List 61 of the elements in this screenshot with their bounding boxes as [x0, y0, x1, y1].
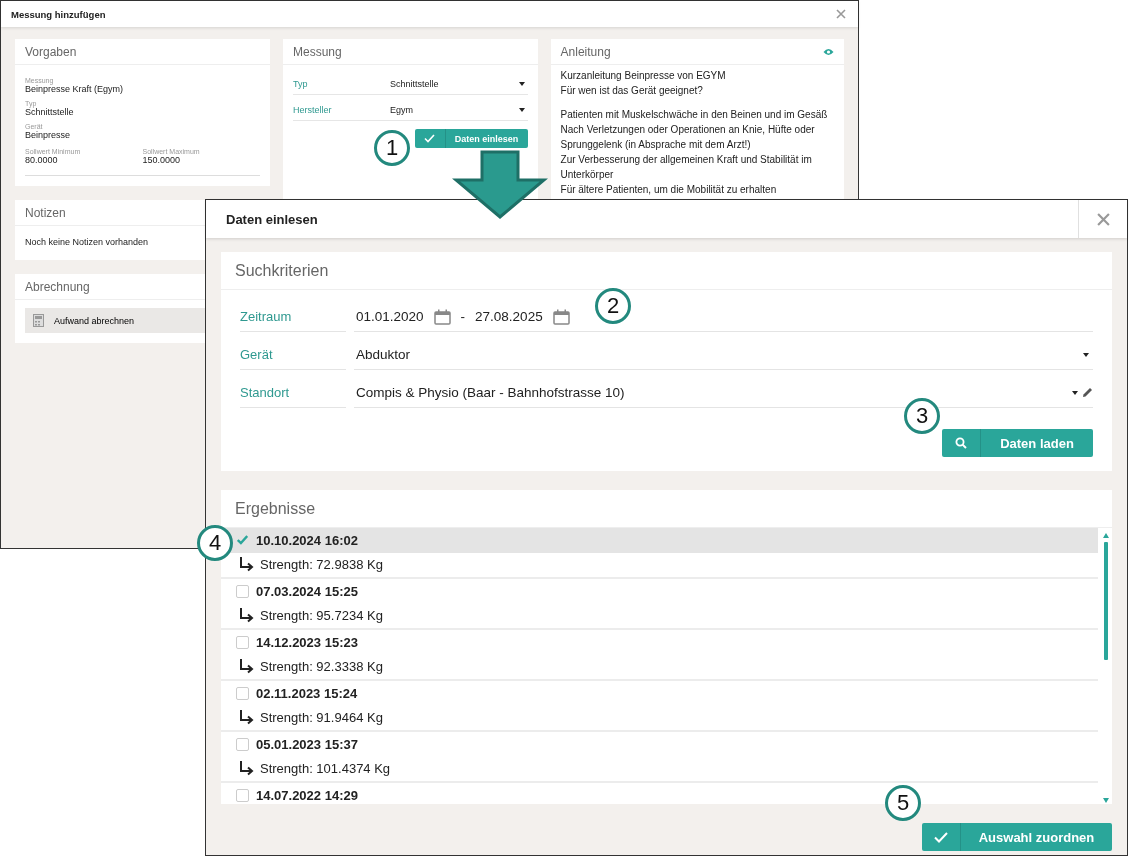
instruction-text: Für wen ist das Gerät geeignet?: [560, 84, 704, 98]
result-date: 14.07.2022 14:29: [256, 788, 358, 803]
result-date: 07.03.2024 15:25: [256, 584, 358, 599]
field-value: 80.0000: [25, 155, 59, 165]
field-label: Zeitraum: [240, 302, 346, 332]
instruction-text: Kurzanleitung Beinpresse von EGYM: [560, 69, 727, 83]
result-value: Strength: 72.9838 Kg: [260, 556, 383, 572]
panel-title: Suchkriterien: [221, 252, 1112, 290]
result-value: Strength: 91.9464 Kg: [260, 709, 383, 725]
checkbox[interactable]: [236, 534, 249, 547]
date-field[interactable]: 27.08.2025: [475, 309, 543, 324]
close-icon[interactable]: [836, 9, 846, 19]
calendar-icon[interactable]: [433, 308, 451, 325]
return-arrow-icon: [239, 607, 255, 623]
result-date: 05.01.2023 15:37: [256, 737, 358, 752]
instruction-text: Nach Verletzungen oder Operationen an Knie, Hüfte oder Sprunggelenk (in Absprache mit dem Arzt!): [560, 123, 816, 152]
return-arrow-icon: [239, 709, 255, 725]
return-arrow-icon: [239, 658, 255, 674]
check-icon: [424, 134, 436, 143]
date-separator: -: [460, 309, 466, 324]
instruction-text: Für ältere Patienten, um die Mobilität zu erhalten: [560, 183, 778, 197]
field-label: Gerät: [240, 340, 346, 370]
date-field[interactable]: 01.01.2020: [356, 309, 424, 324]
instruction-text: Patienten mit Muskelschwäche in den Beinen und im Gesäß: [560, 108, 829, 122]
calculator-icon: [33, 314, 44, 327]
window-title: Messung hinzufügen: [11, 8, 106, 20]
field-value: Schnittstelle: [25, 107, 75, 117]
field-label: Hersteller: [293, 99, 390, 121]
checkbox[interactable]: [236, 687, 249, 700]
result-value: Strength: 101.4374 Kg: [260, 760, 391, 776]
eye-icon[interactable]: [823, 47, 834, 56]
dropdown[interactable]: Schnittstelle: [390, 73, 528, 95]
result-value: Strength: 95.7234 Kg: [260, 607, 383, 623]
checkbox[interactable]: [236, 636, 249, 649]
panel-title: Messung: [283, 39, 538, 65]
scrollbar[interactable]: [1102, 532, 1110, 804]
return-arrow-icon: [239, 760, 255, 776]
panel-title: Anleitung: [560, 44, 611, 59]
close-icon: [1096, 212, 1110, 226]
dropdown[interactable]: Abduktor: [354, 340, 1093, 370]
calendar-icon[interactable]: [552, 308, 570, 325]
field-value: Beinpresse: [25, 130, 72, 140]
result-date: 14.12.2023 15:23: [256, 635, 358, 650]
notes-text: Noch keine Notizen vorhanden: [25, 236, 150, 249]
panel-title: Vorgaben: [15, 39, 270, 65]
result-date: 10.10.2024 16:02: [256, 533, 358, 548]
check-icon: [934, 831, 948, 843]
checkbox[interactable]: [236, 738, 249, 751]
field-label: Typ: [293, 73, 390, 95]
result-value: Strength: 92.3338 Kg: [260, 658, 383, 674]
search-icon: [955, 437, 967, 449]
pencil-icon[interactable]: [1082, 387, 1093, 398]
field-value: Beinpresse Kraft (Egym): [25, 84, 125, 94]
field-value: 150.0000: [142, 155, 182, 165]
result-date: 02.11.2023 15:24: [256, 686, 358, 701]
checkbox[interactable]: [236, 585, 249, 598]
return-arrow-icon: [239, 556, 255, 572]
checkbox[interactable]: [236, 789, 249, 802]
instruction-text: Zur Verbesserung der allgemeinen Kraft und Stabilität im Unterkörper: [560, 153, 813, 182]
field-label: Standort: [240, 378, 346, 408]
dropdown[interactable]: Egym: [390, 99, 528, 121]
